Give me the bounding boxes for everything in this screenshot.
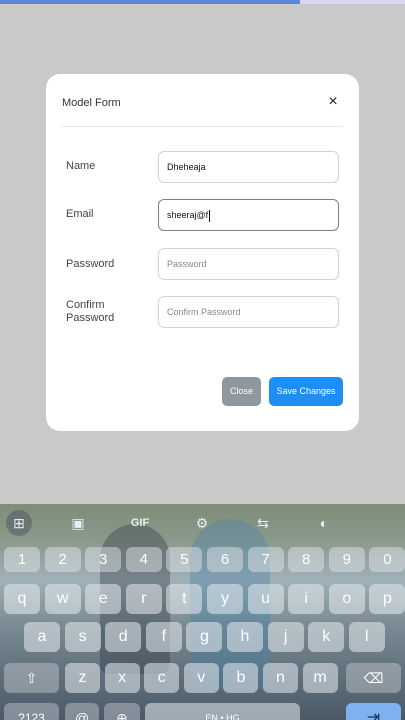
at-key[interactable]: @	[65, 703, 99, 720]
key-f[interactable]: f	[145, 622, 182, 652]
key-c[interactable]: c	[144, 663, 180, 693]
key-o[interactable]: o	[328, 584, 365, 614]
key-l[interactable]: l	[348, 622, 385, 652]
email-field[interactable]: sheeraj@f	[158, 199, 339, 231]
enter-key[interactable]: ⇥	[346, 703, 401, 720]
password-label: Password	[66, 258, 115, 270]
key-a[interactable]: a	[24, 622, 60, 652]
key-n[interactable]: n	[263, 663, 298, 693]
name-field[interactable]: Dheheaja	[158, 151, 339, 183]
close-icon[interactable]: ×	[323, 92, 343, 112]
keyboard-toolbar: ⊞ ▣ GIF ⚙ ⇆ ◐	[0, 504, 405, 540]
key-d[interactable]: d	[105, 622, 142, 652]
key-1[interactable]: 1	[4, 547, 40, 572]
name-label: Name	[66, 160, 96, 172]
key-4[interactable]: 4	[125, 547, 162, 572]
key-y[interactable]: y	[207, 584, 243, 614]
key-j[interactable]: j	[267, 622, 304, 652]
key-h[interactable]: h	[227, 622, 263, 652]
key-x[interactable]: x	[104, 663, 140, 693]
key-5[interactable]: 5	[166, 547, 203, 572]
sticker-icon[interactable]: ▣	[65, 510, 91, 536]
key-w[interactable]: w	[44, 584, 81, 614]
grid-icon[interactable]: ⊞	[6, 510, 32, 536]
key-u[interactable]: u	[247, 584, 284, 614]
modal-header: Model Form ×	[62, 74, 343, 127]
key-b[interactable]: b	[223, 663, 259, 693]
key-q[interactable]: q	[4, 584, 40, 614]
shift-key[interactable]: ⇧	[4, 663, 59, 693]
text-caret	[209, 209, 211, 222]
key-r[interactable]: r	[125, 584, 162, 614]
key-6[interactable]: 6	[207, 547, 243, 572]
key-v[interactable]: v	[183, 663, 219, 693]
settings-gear-icon[interactable]: ⚙	[189, 510, 215, 536]
key-t[interactable]: t	[166, 584, 203, 614]
space-bar[interactable]: EN • HG	[145, 703, 300, 720]
translate-icon[interactable]: ⇆	[250, 510, 276, 536]
key-m[interactable]: m	[302, 663, 338, 693]
key-9[interactable]: 9	[328, 547, 365, 572]
page-load-progress	[0, 0, 300, 4]
password-field[interactable]	[158, 248, 339, 280]
key-i[interactable]: i	[288, 584, 325, 614]
key-s[interactable]: s	[64, 622, 101, 652]
key-3[interactable]: 3	[85, 547, 122, 572]
key-z[interactable]: z	[65, 663, 100, 693]
modal-title: Model Form	[62, 97, 121, 109]
key-8[interactable]: 8	[288, 547, 325, 572]
key-k[interactable]: k	[308, 622, 345, 652]
key-p[interactable]: p	[369, 584, 405, 614]
palette-icon[interactable]: ◐	[311, 510, 337, 536]
confirm-password-field[interactable]	[158, 296, 339, 328]
confirm-label-line2: Password	[66, 312, 115, 324]
close-button[interactable]: Close	[222, 377, 261, 406]
key-g[interactable]: g	[186, 622, 223, 652]
email-value: sheeraj@f	[167, 210, 209, 220]
confirm-password-label: Confirm Password	[66, 299, 114, 325]
email-label: Email	[66, 208, 94, 220]
key-0[interactable]: 0	[369, 547, 405, 572]
model-form-dialog: Model Form × Name Dheheaja Email sheeraj…	[46, 74, 359, 431]
gif-icon[interactable]: GIF	[127, 510, 153, 536]
key-e[interactable]: e	[85, 584, 122, 614]
backspace-key[interactable]: ⌫	[346, 663, 401, 693]
symbols-key[interactable]: ?123	[4, 703, 59, 720]
globe-icon[interactable]: ⊕	[104, 703, 140, 720]
soft-keyboard: ⊞ ▣ GIF ⚙ ⇆ ◐ 1234567890 qwertyuiop asdf…	[0, 504, 405, 720]
save-changes-button[interactable]: Save Changes	[269, 377, 343, 406]
confirm-label-line1: Confirm	[66, 299, 105, 311]
key-2[interactable]: 2	[44, 547, 81, 572]
key-7[interactable]: 7	[247, 547, 284, 572]
